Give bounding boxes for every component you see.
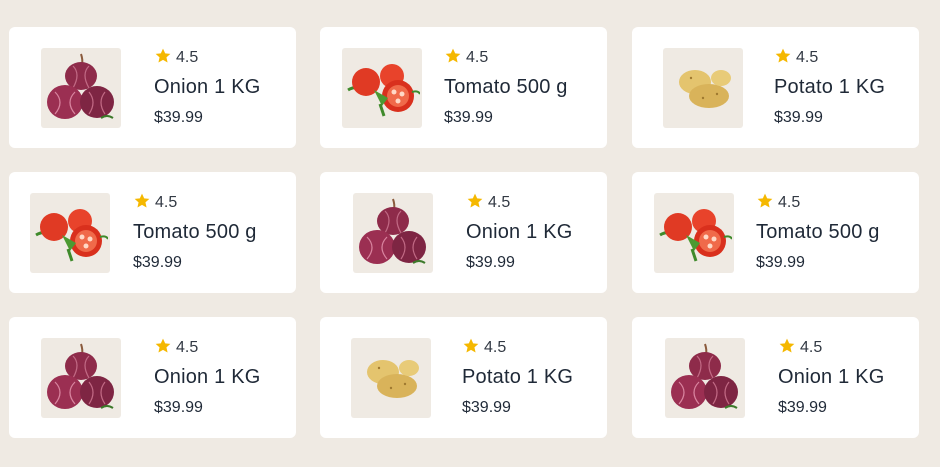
star-icon [756,192,774,215]
potato-image [671,64,735,112]
product-thumbnail [654,192,734,273]
product-price: $39.99 [756,254,805,271]
product-card[interactable]: 4.5 Potato 1 KG $39.99 [632,27,919,148]
product-price: $39.99 [466,254,515,271]
rating-value: 4.5 [484,339,507,356]
tomato-image [656,201,732,265]
star-icon [154,47,172,70]
product-card[interactable]: 4.5 Tomato 500 g $39.99 [9,172,296,293]
rating: 4.5 [756,193,880,213]
product-thumbnail [353,192,433,273]
product-thumbnail [342,47,422,128]
rating-value: 4.5 [176,339,199,356]
product-price: $39.99 [462,399,511,416]
rating-value: 4.5 [488,194,511,211]
rating: 4.5 [466,193,573,213]
product-name: Onion 1 KG [154,76,261,98]
onion-image [355,197,431,269]
product-name: Potato 1 KG [462,366,574,388]
product-thumbnail [30,192,110,273]
product-thumbnail [351,337,431,418]
star-icon [466,192,484,215]
product-price: $39.99 [778,399,827,416]
product-thumbnail [663,47,743,128]
star-icon [444,47,462,70]
onion-image [43,342,119,414]
star-icon [778,337,796,360]
rating-value: 4.5 [796,49,819,66]
rating-value: 4.5 [466,49,489,66]
product-name: Onion 1 KG [466,221,573,243]
product-name: Potato 1 KG [774,76,886,98]
star-icon [133,192,151,215]
product-card[interactable]: 4.5 Onion 1 KG $39.99 [9,317,296,438]
tomato-image [344,56,420,120]
rating: 4.5 [154,48,261,68]
product-thumbnail [41,337,121,418]
product-card[interactable]: 4.5 Tomato 500 g $39.99 [320,27,607,148]
product-thumbnail [41,47,121,128]
star-icon [462,337,480,360]
onion-image [667,342,743,414]
rating-value: 4.5 [176,49,199,66]
rating: 4.5 [462,338,573,358]
product-card[interactable]: 4.5 Tomato 500 g $39.99 [632,172,919,293]
product-card[interactable]: 4.5 Onion 1 KG $39.99 [9,27,296,148]
product-name: Onion 1 KG [154,366,261,388]
product-price: $39.99 [133,254,182,271]
rating: 4.5 [154,338,261,358]
product-name: Tomato 500 g [444,76,568,98]
product-card[interactable]: 4.5 Onion 1 KG $39.99 [632,317,919,438]
potato-image [359,354,423,402]
product-price: $39.99 [444,109,493,126]
tomato-image [32,201,108,265]
product-name: Tomato 500 g [756,221,880,243]
product-thumbnail [665,337,745,418]
product-price: $39.99 [774,109,823,126]
rating-value: 4.5 [155,194,178,211]
product-name: Tomato 500 g [133,221,257,243]
product-price: $39.99 [154,399,203,416]
onion-image [43,52,119,124]
rating: 4.5 [444,48,568,68]
rating-value: 4.5 [778,194,801,211]
rating: 4.5 [133,193,257,213]
star-icon [774,47,792,70]
product-grid: 4.5 Onion 1 KG $39.99 4.5 Tomato 500 g $… [0,0,940,467]
product-card[interactable]: 4.5 Potato 1 KG $39.99 [320,317,607,438]
rating-value: 4.5 [800,339,823,356]
product-card[interactable]: 4.5 Onion 1 KG $39.99 [320,172,607,293]
star-icon [154,337,172,360]
product-price: $39.99 [154,109,203,126]
rating: 4.5 [774,48,885,68]
product-name: Onion 1 KG [778,366,885,388]
rating: 4.5 [778,338,885,358]
